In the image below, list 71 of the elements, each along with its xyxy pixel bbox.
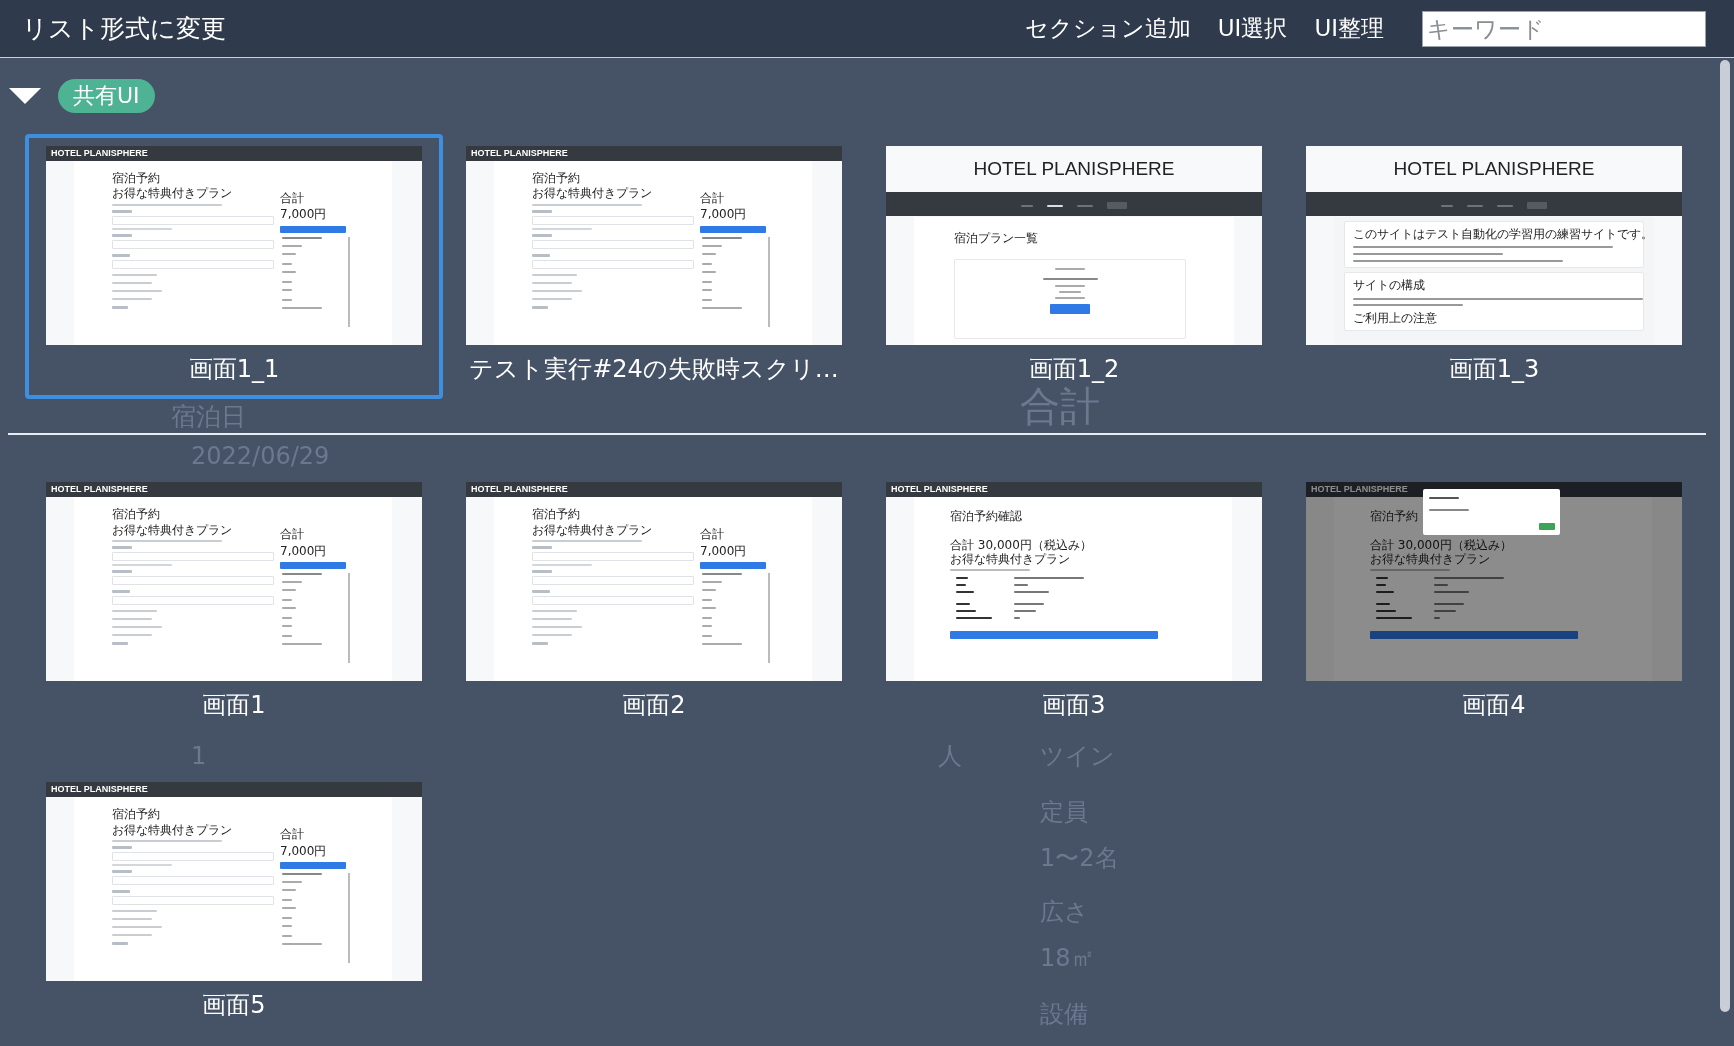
screen-card[interactable]: HOTEL PLANISPHERE 宿泊予約 合計 30,000円（税込み） お得な特典付きプラン 画面4 (1285, 470, 1703, 736)
confirm-button (700, 561, 766, 569)
toolbar-action[interactable]: セクション追加 (1024, 13, 1191, 44)
screen-card[interactable]: HOTEL PLANISPHERE 宿泊予約 お得な特典付きプラン 合計 7,000円 画面1_1 (25, 134, 443, 400)
site-name: HOTEL PLANISPHERE (973, 158, 1175, 180)
page-title: 宿泊プラン一覧 (954, 231, 1038, 246)
total-label: 合計 (700, 191, 724, 206)
site-name: HOTEL PLANISPHERE (471, 149, 568, 158)
site-name: HOTEL PLANISPHERE (51, 149, 148, 158)
screen-card[interactable]: HOTEL PLANISPHERE 宿泊予約 お得な特典付きプラン 合計 7,000円 画面2 (445, 470, 863, 736)
confirm-button (280, 225, 346, 233)
confirm-button (280, 561, 346, 569)
screen-label: 画面5 (202, 990, 266, 1022)
scrollbar-thumb[interactable] (1720, 60, 1730, 1012)
site-name: HOTEL PLANISPHERE (1311, 485, 1408, 495)
screen-card[interactable]: HOTEL PLANISPHERE 宿泊予約確認 合計 30,000円（税込み） お得な特典付きプラン 画面3 (865, 470, 1283, 736)
total-label: 合計 (700, 527, 724, 542)
site-name: HOTEL PLANISPHERE (891, 485, 988, 495)
total-amount: 7,000円 (280, 843, 327, 859)
total-label: 合計 (280, 191, 304, 206)
total-amount: 7,000円 (700, 207, 747, 222)
page-title: 宿泊予約 (532, 507, 580, 522)
toolbar-action[interactable]: UI整理 (1314, 13, 1384, 44)
page-title: 宿泊予約 (112, 807, 160, 822)
screen-label: 画面4 (1462, 690, 1526, 722)
reserve-button (1050, 304, 1090, 315)
page-heading: このサイトはテスト自動化の学習用の練習サイトです。 (1353, 227, 1653, 242)
site-name: HOTEL PLANISPHERE (51, 785, 148, 795)
screen-card[interactable]: HOTEL PLANISPHERE 宿泊予約 お得な特典付きプラン 合計 7,000円 テスト実行#24の失敗時スクリ… (445, 134, 863, 400)
screen-label: 画面1 (202, 690, 266, 722)
screen-card[interactable]: HOTEL PLANISPHERE このサイトはテスト自動化の学習用の練習サイトです。 サイトの構成 ご利用上の注意 画面1_3 (1285, 134, 1703, 400)
site-name: HOTEL PLANISPHERE (51, 485, 148, 495)
plan-name: お得な特典付きプラン (532, 186, 652, 201)
screen-label: 画面1_2 (1028, 354, 1120, 385)
search-field[interactable]: キーワード (1422, 10, 1706, 47)
screen-label: 画面1_3 (1448, 354, 1540, 385)
close-button (1539, 523, 1555, 531)
plan-name: お得な特典付きプラン (1370, 551, 1490, 567)
total-amount: 7,000円 (280, 543, 327, 558)
screen-label: テスト実行#24の失敗時スクリ… (469, 354, 839, 385)
confirm-button (700, 225, 766, 233)
screen-label: 画面1_1 (188, 354, 280, 385)
confirm-button (280, 862, 346, 870)
screen-card[interactable]: HOTEL PLANISPHERE 宿泊予約 お得な特典付きプラン 合計 7,000円 画面1 (25, 470, 443, 736)
section-heading: ご利用上の注意 (1353, 310, 1437, 326)
collapse-triangle-icon[interactable] (8, 87, 42, 105)
total-amount: 合計 30,000円（税込み） (950, 537, 1092, 552)
plan-name: お得な特典付きプラン (112, 522, 232, 537)
toolbar-action[interactable]: UI選択 (1217, 13, 1288, 44)
total-label: 合計 (280, 827, 304, 842)
section-heading: サイトの構成 (1353, 278, 1425, 293)
view-toggle-link[interactable]: リスト形式に変更 (22, 12, 226, 45)
plan-name: お得な特典付きプラン (112, 186, 232, 201)
total-amount: 合計 30,000円（税込み） (1370, 537, 1512, 552)
plan-name: お得な特典付きプラン (112, 822, 232, 838)
page-title: 宿泊予約 (532, 171, 580, 186)
screen-card[interactable]: HOTEL PLANISPHERE 宿泊プラン一覧 画面1_2 (865, 134, 1283, 400)
page-title: 宿泊予約確認 (950, 509, 1022, 524)
plan-name: お得な特典付きプラン (532, 522, 652, 537)
total-label: 合計 (280, 527, 304, 542)
plan-name: お得な特典付きプラン (950, 551, 1070, 567)
total-amount: 7,000円 (280, 207, 327, 222)
total-amount: 7,000円 (700, 543, 747, 558)
site-name: HOTEL PLANISPHERE (471, 485, 568, 495)
screen-label: 画面3 (1042, 690, 1106, 722)
page-title: 宿泊予約 (112, 171, 160, 186)
screen-card[interactable]: HOTEL PLANISPHERE 宿泊予約 お得な特典付きプラン 合計 7,000円 画面5 (25, 770, 443, 1036)
page-title: 宿泊予約 (1370, 509, 1418, 524)
site-name: HOTEL PLANISPHERE (1393, 158, 1595, 180)
page-title: 宿泊予約 (112, 507, 160, 522)
screen-label: 画面2 (622, 690, 686, 722)
